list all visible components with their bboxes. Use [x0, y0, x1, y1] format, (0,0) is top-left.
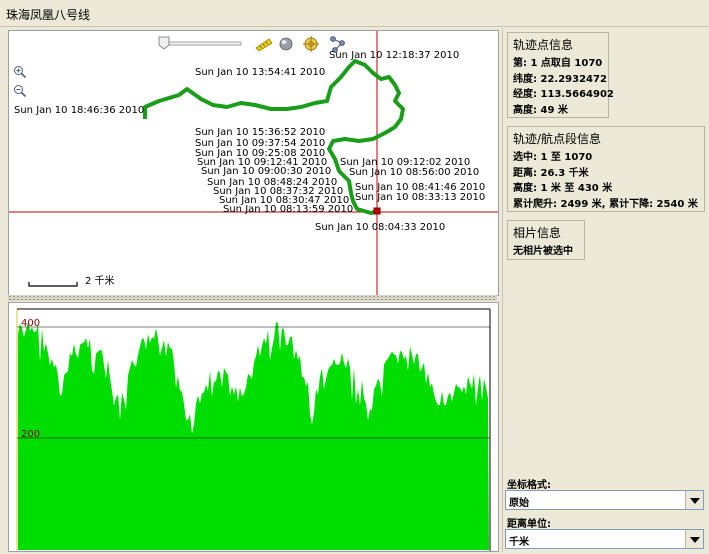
elevation-profile[interactable]: 400 200: [8, 302, 499, 552]
photo-info-panel: 相片信息 无相片被选中: [507, 220, 585, 260]
trackpoint-longitude: 经度: 113.5664902: [513, 89, 614, 100]
y-label-400: 400: [21, 318, 40, 329]
segment-selection: 选中: 1 至 1070: [513, 152, 593, 163]
scale-label: 2 千米: [85, 276, 115, 287]
split-pane-divider[interactable]: [8, 295, 497, 301]
coord-format-select[interactable]: 原始: [505, 490, 704, 510]
photo-title: 相片信息: [513, 226, 562, 240]
photo-status: 无相片被选中: [513, 246, 573, 257]
scale-bar: [28, 282, 78, 287]
trackpoint-altitude: 高度: 49 米: [513, 104, 568, 116]
trackpoint-latitude: 纬度: 22.2932472: [513, 73, 607, 85]
trackpoint-index: 第: 1 点取自 1070: [513, 58, 603, 69]
chevron-down-icon[interactable]: [685, 491, 703, 509]
window-title: 珠海凤凰八号线: [6, 8, 91, 22]
segment-info-panel: 轨迹/航点段信息 选中: 1 至 1070 距离: 26.3 千米 高度: 1 …: [507, 126, 705, 212]
globe-icon[interactable]: [279, 37, 293, 51]
trackpoint-title: 轨迹点信息: [513, 38, 574, 52]
center-target-icon[interactable]: [303, 36, 319, 52]
track-label: Sun Jan 10 08:04:33 2010: [315, 222, 446, 233]
track-label: Sun Jan 10 18:46:36 2010: [14, 105, 145, 116]
track-label: Sun Jan 10 15:36:52 2010: [195, 127, 326, 138]
distance-units-label: 距离单位:: [507, 519, 551, 530]
trackpoint-info-panel: 轨迹点信息 第: 1 点取自 1070 纬度: 22.2932472 经度: 1…: [507, 32, 614, 118]
track-label: Sun Jan 10 12:18:37 2010: [329, 50, 460, 61]
current-point-marker: [373, 207, 381, 215]
track-label: Sun Jan 10 13:54:41 2010: [195, 67, 326, 78]
track-label: Sun Jan 10 09:00:30 2010: [201, 166, 332, 177]
track-label: Sun Jan 10 08:33:13 2010: [355, 192, 486, 203]
ruler-icon[interactable]: [255, 37, 273, 51]
zoom-out-icon[interactable]: [13, 84, 27, 98]
zoom-in-icon[interactable]: [13, 65, 27, 79]
coord-format-value: 原始: [509, 498, 529, 509]
map-view[interactable]: Sun Jan 10 12:18:37 2010 Sun Jan 10 13:5…: [8, 30, 499, 296]
elevation-canvas[interactable]: 400 200: [9, 303, 498, 551]
segment-altitude-range: 高度: 1 米 至 430 米: [513, 183, 613, 194]
track-label: Sun Jan 10 08:13:59 2010: [223, 204, 354, 215]
chevron-down-icon[interactable]: [685, 530, 703, 548]
info-sidebar: 轨迹点信息 第: 1 点取自 1070 纬度: 22.2932472 经度: 1…: [502, 28, 708, 552]
track-label: Sun Jan 10 08:56:00 2010: [349, 167, 480, 178]
distance-units-select[interactable]: 千米: [505, 529, 704, 549]
coord-format-label: 坐标格式:: [507, 480, 551, 491]
segment-climb-descent: 累计爬升: 2499 米, 累计下降: 2540 米: [513, 198, 698, 210]
zoom-slider[interactable]: [157, 36, 243, 50]
y-label-200: 200: [21, 429, 40, 440]
zoom-slider-thumb: [158, 36, 170, 50]
distance-units-value: 千米: [509, 537, 529, 548]
title-bar: 珠海凤凰八号线: [0, 0, 709, 27]
segment-title: 轨迹/航点段信息: [513, 132, 602, 146]
segment-distance: 距离: 26.3 千米: [513, 167, 589, 179]
elevation-area: [18, 322, 489, 550]
